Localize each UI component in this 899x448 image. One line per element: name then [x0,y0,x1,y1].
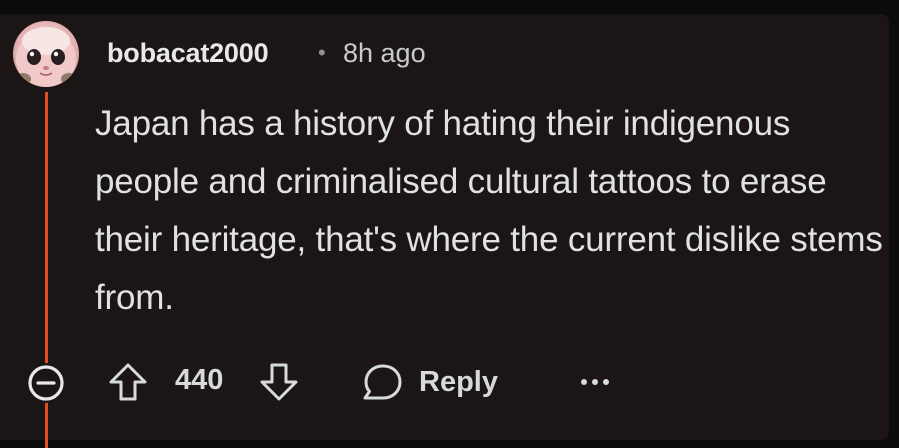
arrow-up-icon [109,363,147,401]
speech-bubble-icon [363,364,402,400]
collapse-button[interactable] [26,363,66,403]
reply-label: Reply [419,365,498,398]
upvote-button[interactable] [106,360,150,404]
minus-circle-icon [28,365,64,401]
arrow-down-icon [260,363,298,401]
reply-button[interactable]: Reply [359,358,498,406]
comment-body: Japan has a history of hating their indi… [95,104,883,317]
downvote-button[interactable] [257,360,301,404]
timestamp: 8h ago [343,38,426,68]
more-options-button[interactable] [575,368,615,396]
ellipsis-icon [581,379,609,385]
avatar[interactable] [13,21,79,87]
cat-avatar-icon [15,27,77,87]
vote-score: 440 [175,364,224,396]
username[interactable]: bobacat2000 [107,38,269,69]
separator-dot: • [318,40,326,65]
